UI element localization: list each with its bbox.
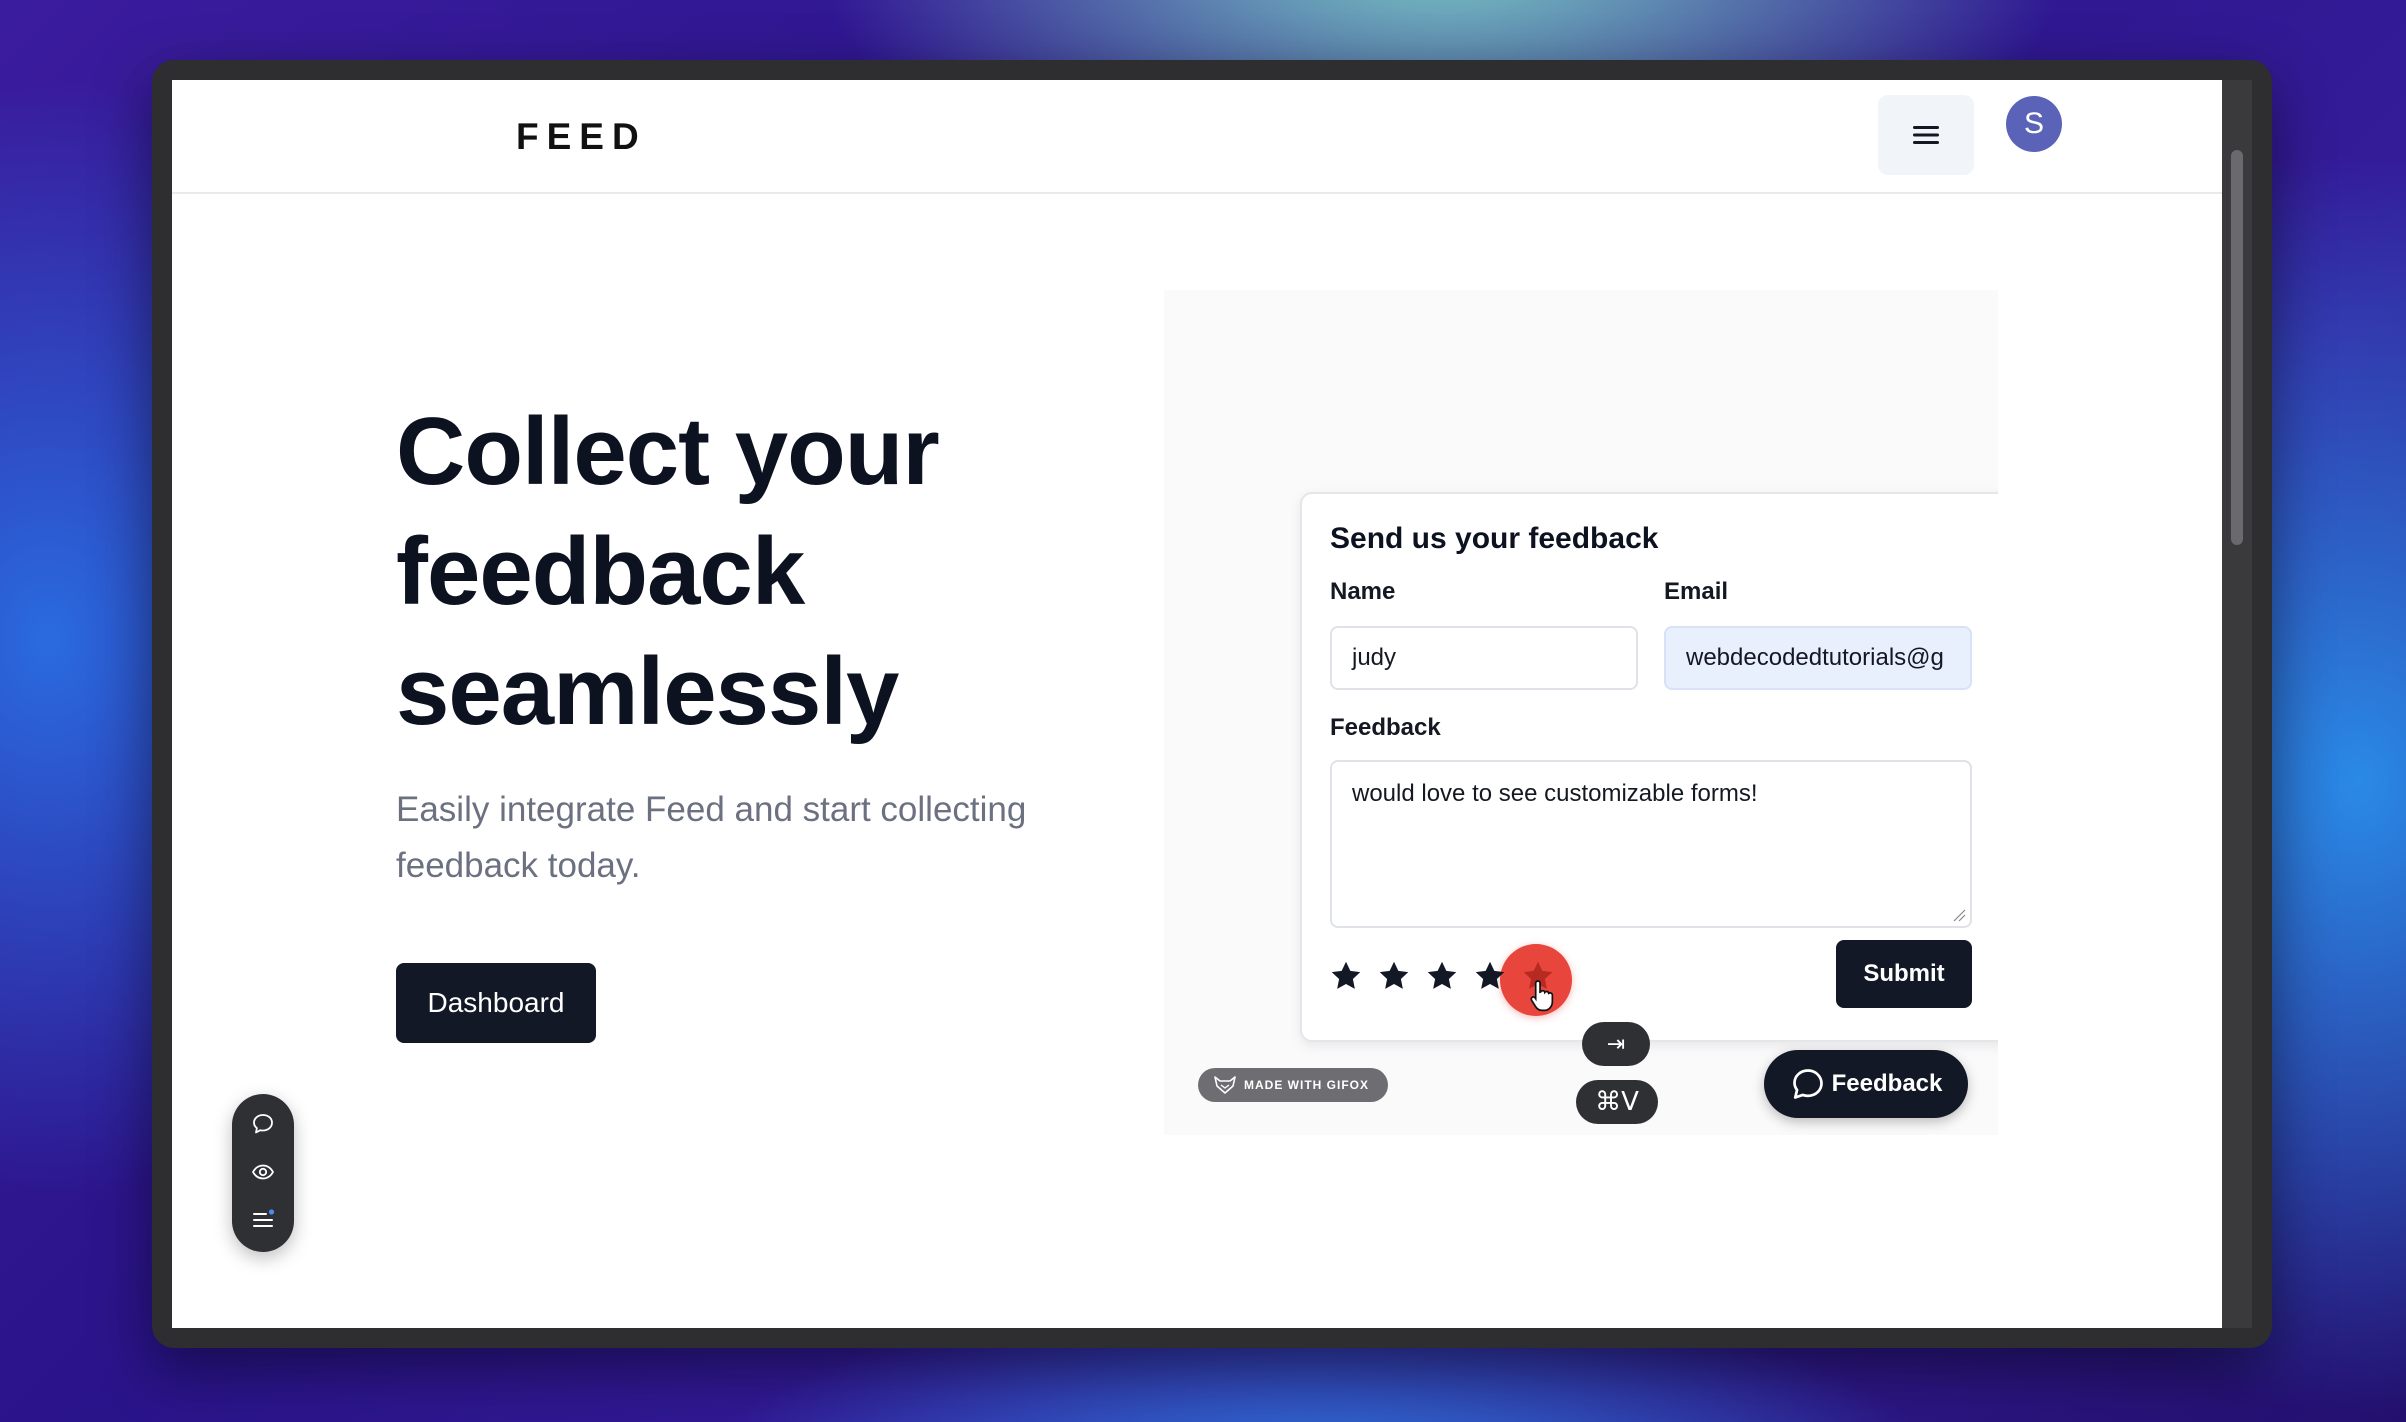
feedback-widget-button[interactable]: Feedback — [1764, 1050, 1968, 1118]
feedback-widget-label: Feedback — [1831, 1070, 1943, 1097]
feedback-text: would love to see customizable forms! — [1352, 780, 1758, 807]
name-input[interactable]: judy — [1330, 626, 1638, 690]
hand-cursor-icon — [1530, 980, 1554, 1012]
avatar[interactable]: S — [2006, 96, 2062, 152]
dashboard-button[interactable]: Dashboard — [396, 963, 596, 1043]
list-icon[interactable] — [251, 1208, 275, 1232]
scrollbar-thumb[interactable] — [2231, 150, 2243, 545]
star-rating[interactable] — [1328, 954, 1556, 998]
email-input[interactable]: webdecodedtutorials@g — [1664, 626, 1972, 690]
star-icon[interactable] — [1472, 958, 1508, 994]
side-toolbar — [232, 1094, 294, 1252]
resize-grip-icon[interactable] — [1952, 908, 1966, 922]
chat-bubble-icon — [1792, 1069, 1823, 1099]
logo[interactable]: FEED — [516, 116, 647, 158]
menu-button[interactable] — [1878, 95, 1974, 175]
star-icon[interactable] — [1328, 958, 1364, 994]
hero-subtitle: Easily integrate Feed and start collecti… — [396, 790, 1027, 885]
tab-key-indicator: ⇥ — [1582, 1022, 1650, 1066]
hero-title: Collect your feedback seamlessly — [396, 398, 940, 745]
fox-icon — [1214, 1076, 1236, 1094]
gifox-badge-text: MADE WITH GIFOX — [1244, 1078, 1369, 1092]
window-scrollbar[interactable] — [2222, 80, 2252, 1328]
star-icon[interactable] — [1424, 958, 1460, 994]
star-icon[interactable] — [1376, 958, 1412, 994]
feedback-textarea[interactable]: would love to see customizable forms! — [1330, 760, 1972, 928]
eye-icon[interactable] — [251, 1160, 275, 1184]
demo-area: Send us your feedback Name judy Email we… — [1164, 290, 1998, 1135]
chat-bubble-icon[interactable] — [251, 1112, 275, 1136]
email-label: Email — [1664, 578, 1729, 605]
feedback-form-card: Send us your feedback Name judy Email we… — [1300, 492, 1998, 1042]
paste-key-indicator: ⌘V — [1576, 1080, 1658, 1124]
form-title: Send us your feedback — [1330, 522, 1659, 555]
name-label: Name — [1330, 578, 1396, 605]
feedback-label: Feedback — [1330, 714, 1441, 741]
hamburger-icon — [1913, 126, 1939, 144]
submit-button[interactable]: Submit — [1836, 940, 1972, 1008]
site-header: FEED S — [172, 80, 2222, 194]
browser-viewport: FEED S Collect your feedback seamlessly … — [172, 80, 2222, 1328]
gifox-badge: MADE WITH GIFOX — [1198, 1068, 1388, 1102]
